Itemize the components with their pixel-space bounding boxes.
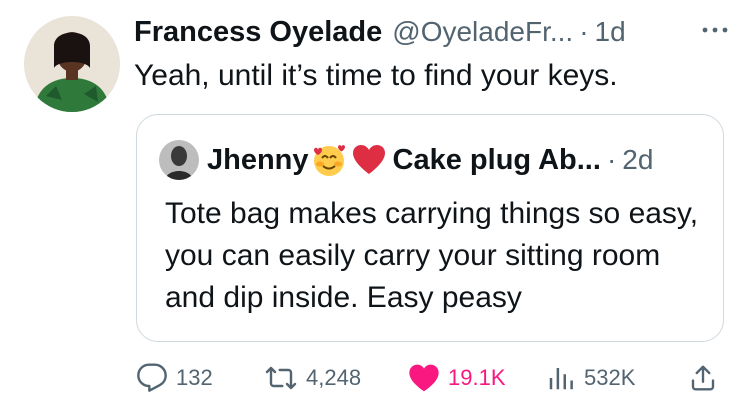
reply-button[interactable]: 132 <box>136 358 213 398</box>
more-icon[interactable] <box>700 18 730 42</box>
tweet-time[interactable]: 1d <box>595 16 626 48</box>
retweet-count: 4,248 <box>306 365 362 390</box>
author-name[interactable]: Francess Oyelade <box>134 16 382 49</box>
share-icon <box>688 363 718 393</box>
reply-count: 132 <box>176 365 213 390</box>
heart-icon <box>408 363 440 393</box>
quoted-author-name-suffix[interactable]: Cake plug Ab... <box>393 144 601 177</box>
like-button[interactable]: 19.1K <box>408 358 506 398</box>
quoted-tweet-time[interactable]: 2d <box>622 144 653 176</box>
author-handle[interactable]: @OyeladeFr... <box>392 16 573 48</box>
quoted-author-avatar[interactable] <box>159 140 199 180</box>
separator-dot: · <box>606 144 617 175</box>
smiling-face-with-hearts-icon <box>311 142 347 178</box>
tweet-text: Yeah, until it’s time to find your keys. <box>134 59 618 92</box>
red-heart-icon <box>351 142 387 178</box>
retweet-button[interactable]: 4,248 <box>264 358 361 398</box>
author-avatar[interactable] <box>24 16 120 112</box>
share-button[interactable] <box>688 358 718 398</box>
tweet-action-bar: 132 4,248 19.1K 532K <box>136 358 726 398</box>
quoted-tweet-text: Tote bag makes carrying things so easy, … <box>165 197 699 314</box>
reply-icon <box>136 362 168 394</box>
quoted-tweet-header: Jhenny Cake plug Ab... · 2d <box>159 139 703 181</box>
quoted-tweet-card[interactable]: Jhenny Cake plug Ab... · 2d Tote bag mak… <box>136 114 724 342</box>
quoted-author-name[interactable]: Jhenny <box>207 144 309 177</box>
views-count: 532K <box>584 365 636 390</box>
like-count: 19.1K <box>448 365 506 390</box>
tweet-header: Francess Oyelade @OyeladeFr... · 1d <box>134 14 730 50</box>
retweet-icon <box>264 362 298 394</box>
separator-dot: · <box>579 16 589 47</box>
views-button[interactable]: 532K <box>546 358 635 398</box>
views-icon <box>546 363 576 393</box>
